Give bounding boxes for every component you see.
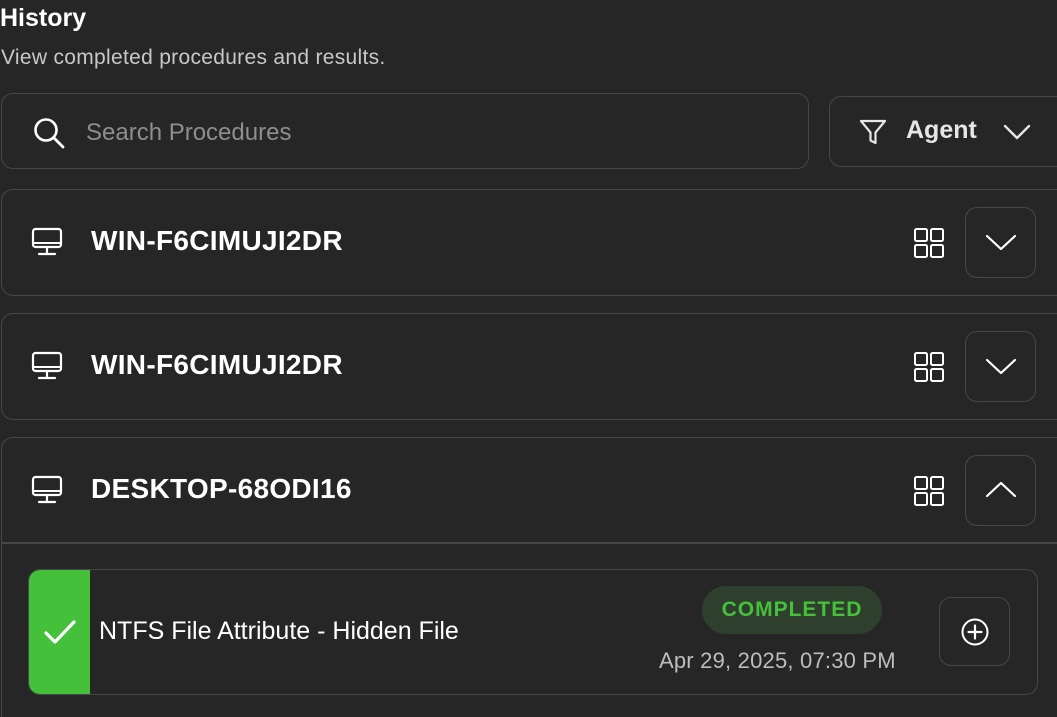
filter-icon [859, 119, 887, 145]
search-box[interactable] [1, 93, 809, 169]
status-indicator [29, 570, 90, 694]
expand-toggle-button[interactable] [965, 207, 1036, 278]
search-icon [34, 118, 65, 149]
chevron-down-icon [985, 234, 1017, 251]
agent-card: DESKTOP-68ODI16 NTFS File Attribute - Hi… [1, 437, 1057, 717]
monitor-icon [31, 351, 63, 380]
grid-view-icon[interactable] [913, 475, 945, 507]
status-badge: COMPLETED [702, 586, 882, 634]
history-page: History View completed procedures and re… [0, 0, 1057, 717]
agent-card: WIN-F6CIMUJI2DR [1, 313, 1057, 420]
expand-toggle-button[interactable] [965, 331, 1036, 402]
page-subtitle: View completed procedures and results. [1, 46, 386, 69]
chevron-down-icon [985, 358, 1017, 375]
collapse-toggle-button[interactable] [965, 455, 1036, 526]
agent-header[interactable]: DESKTOP-68ODI16 [2, 438, 1057, 542]
chevron-down-icon [1003, 124, 1031, 140]
monitor-icon [31, 227, 63, 256]
search-input[interactable] [84, 112, 788, 154]
procedure-row[interactable]: NTFS File Attribute - Hidden File COMPLE… [28, 569, 1038, 695]
procedure-name: NTFS File Attribute - Hidden File [99, 617, 459, 645]
checkmark-icon [44, 620, 76, 644]
agent-name: DESKTOP-68ODI16 [91, 473, 352, 504]
chevron-up-icon [985, 481, 1017, 498]
page-title: History [0, 4, 87, 32]
grid-view-icon[interactable] [913, 351, 945, 383]
agent-name: WIN-F6CIMUJI2DR [91, 225, 343, 256]
agent-name: WIN-F6CIMUJI2DR [91, 349, 343, 380]
agent-header[interactable]: WIN-F6CIMUJI2DR [2, 314, 1057, 418]
procedure-date: Apr 29, 2025, 07:30 PM [659, 648, 896, 673]
add-button[interactable] [939, 597, 1010, 666]
grid-view-icon[interactable] [913, 227, 945, 259]
agent-card: WIN-F6CIMUJI2DR [1, 189, 1057, 296]
agent-header[interactable]: WIN-F6CIMUJI2DR [2, 190, 1057, 294]
plus-circle-icon [961, 618, 989, 646]
divider [2, 542, 1057, 544]
agent-filter-dropdown[interactable]: Agent [829, 96, 1057, 167]
monitor-icon [31, 475, 63, 504]
agent-filter-label: Agent [906, 116, 977, 144]
